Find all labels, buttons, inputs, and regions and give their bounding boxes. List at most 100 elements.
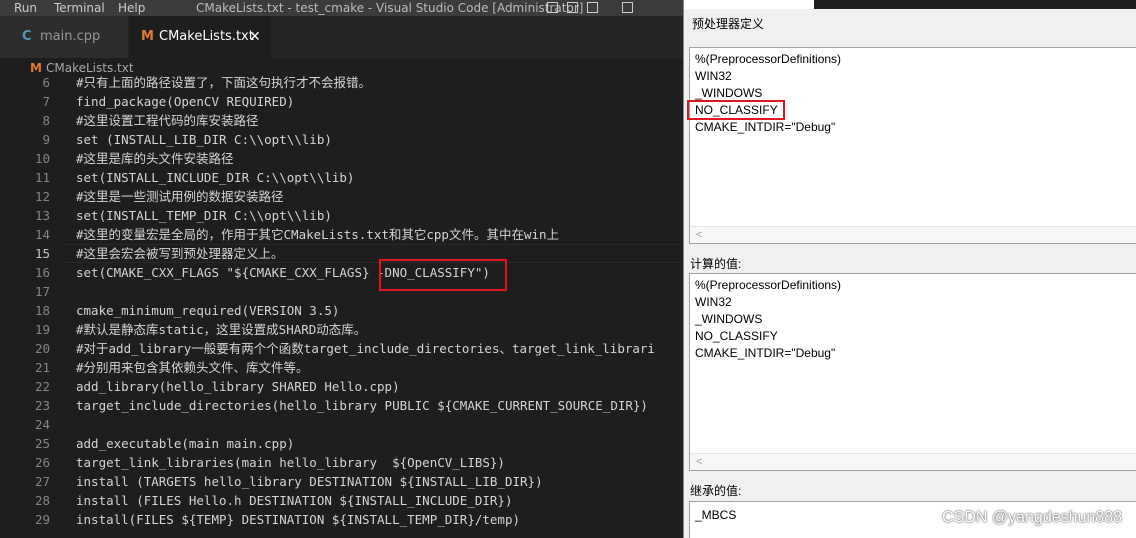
line-code: #分别用来包含其依赖头文件、库文件等。: [76, 360, 309, 375]
horizontal-scrollbar[interactable]: <: [690, 226, 1136, 243]
line-code: #这里是库的头文件安装路径: [76, 151, 234, 166]
definition-item: CMAKE_INTDIR="Debug": [695, 120, 836, 134]
cpp-icon: C: [22, 29, 32, 44]
line-code: set(INSTALL_INCLUDE_DIR C:\\opt\\lib): [76, 170, 355, 185]
evaluated-item: _WINDOWS: [695, 312, 763, 326]
code-line[interactable]: 11 set(INSTALL_INCLUDE_DIR C:\\opt\\lib): [0, 168, 690, 187]
code-line[interactable]: 27 install (TARGETS hello_library DESTINA…: [0, 472, 690, 491]
tab-cmakelists[interactable]: M CMakeLists.txt ✕: [129, 16, 271, 58]
code-line[interactable]: 17: [0, 282, 690, 301]
definitions-editor[interactable]: %(PreprocessorDefinitions) WIN32 _WINDOWS N…: [689, 47, 1136, 244]
scroll-left-icon[interactable]: <: [696, 227, 702, 243]
cmake-icon: M: [141, 29, 154, 44]
tab-label: main.cpp: [40, 29, 101, 44]
menu-terminal[interactable]: Terminal: [54, 0, 105, 16]
line-code: install (FILES Hello.h DESTINATION ${INS…: [76, 493, 513, 508]
line-number: 26: [34, 455, 50, 470]
close-icon[interactable]: ✕: [249, 16, 261, 58]
line-number: 12: [34, 189, 50, 204]
line-code: #这里是一些测试用例的数据安装路径: [76, 189, 284, 204]
line-code: cmake_minimum_required(VERSION 3.5): [76, 303, 340, 318]
inherited-item: _MBCS: [695, 508, 737, 522]
horizontal-scrollbar[interactable]: <: [690, 453, 1136, 470]
line-code: target_link_libraries(main hello_library…: [76, 455, 505, 470]
line-code: set(CMAKE_CXX_FLAGS "${CMAKE_CXX_FLAGS} …: [76, 265, 490, 280]
line-number: 20: [34, 341, 50, 356]
toggle-panel-icon[interactable]: [567, 2, 578, 13]
menu-run[interactable]: Run: [14, 0, 37, 16]
dialog-title: 预处理器定义: [692, 17, 765, 31]
line-number: 19: [34, 322, 50, 337]
line-number: 8: [42, 113, 50, 128]
inherited-label: 继承的值:: [690, 484, 742, 498]
evaluated-label: 计算的值:: [690, 257, 742, 271]
code-line[interactable]: 25 add_executable(main main.cpp): [0, 434, 690, 453]
line-number: 22: [34, 379, 50, 394]
code-line[interactable]: 6 #只有上面的路径设置了，下面这句执行才不会报错。: [0, 73, 690, 92]
evaluated-item: %(PreprocessorDefinitions): [695, 278, 842, 292]
code-line[interactable]: 15 #这里会宏会被写到预处理器定义上。: [0, 244, 690, 263]
code-line[interactable]: 14 #这里的变量宏是全局的，作用于其它CMakeLists.txt和其它cpp文…: [0, 225, 690, 244]
line-number: 27: [34, 474, 50, 489]
line-code: #只有上面的路径设置了，下面这句执行才不会报错。: [76, 75, 372, 90]
line-number: 15: [34, 246, 50, 261]
code-line[interactable]: 20 #对于add_library一般要有两个个函数target_include_…: [0, 339, 690, 358]
line-number: 9: [42, 132, 50, 147]
line-number: 23: [34, 398, 50, 413]
tab-main-cpp[interactable]: C main.cpp: [0, 16, 128, 58]
line-number: 10: [34, 151, 50, 166]
vscode-window: Run Terminal Help CMakeLists.txt - test_…: [0, 0, 690, 538]
line-number: 29: [34, 512, 50, 527]
code-line[interactable]: 26 target_link_libraries(main hello_libra…: [0, 453, 690, 472]
code-editor[interactable]: 6 #只有上面的路径设置了，下面这句执行才不会报错。 7 find_package(O…: [0, 73, 690, 538]
customize-layout-icon[interactable]: [622, 2, 633, 13]
window-title: CMakeLists.txt - test_cmake - Visual Stu…: [196, 1, 584, 15]
line-code: install (TARGETS hello_library DESTINATI…: [76, 474, 543, 489]
definition-item: NO_CLASSIFY: [695, 103, 778, 117]
line-number: 18: [34, 303, 50, 318]
line-code: #这里设置工程代码的库安装路径: [76, 113, 259, 128]
line-code: set(INSTALL_TEMP_DIR C:\\opt\\lib): [76, 208, 332, 223]
line-code: set (INSTALL_LIB_DIR C:\\opt\\lib): [76, 132, 332, 147]
line-code: add_executable(main main.cpp): [76, 436, 295, 451]
code-line[interactable]: 22 add_library(hello_library SHARED Hello…: [0, 377, 690, 396]
watermark: CSDN @yangdeshun888: [942, 509, 1122, 526]
evaluated-item: WIN32: [695, 295, 732, 309]
line-code: #默认是静态库static，这里设置成SHARD动态库。: [76, 322, 367, 337]
code-line[interactable]: 28 install (FILES Hello.h DESTINATION ${I…: [0, 491, 690, 510]
line-number: 24: [34, 417, 50, 432]
line-code: #这里的变量宏是全局的，作用于其它CMakeLists.txt和其它cpp文件。…: [76, 227, 560, 242]
line-code: install(FILES ${TEMP} DESTINATION ${INST…: [76, 512, 521, 527]
preprocessor-dialog: 预处理器定义 %(PreprocessorDefinitions) WIN32 _W…: [683, 0, 1136, 538]
code-line[interactable]: 19 #默认是静态库static，这里设置成SHARD动态库。: [0, 320, 690, 339]
background-strip: [814, 0, 1136, 9]
scroll-left-icon[interactable]: <: [696, 454, 702, 470]
toggle-sidebar-icon[interactable]: [547, 2, 558, 13]
line-number: 6: [42, 75, 50, 90]
code-line[interactable]: 16 set(CMAKE_CXX_FLAGS "${CMAKE_CXX_FLAGS…: [0, 263, 690, 282]
code-line[interactable]: 12 #这里是一些测试用例的数据安装路径: [0, 187, 690, 206]
tab-label: CMakeLists.txt: [159, 29, 254, 44]
code-line[interactable]: 18 cmake_minimum_required(VERSION 3.5): [0, 301, 690, 320]
line-number: 16: [34, 265, 50, 280]
code-line[interactable]: 9 set (INSTALL_LIB_DIR C:\\opt\\lib): [0, 130, 690, 149]
code-line[interactable]: 7 find_package(OpenCV REQUIRED): [0, 92, 690, 111]
code-line[interactable]: 13 set(INSTALL_TEMP_DIR C:\\opt\\lib): [0, 206, 690, 225]
line-number: 28: [34, 493, 50, 508]
line-number: 7: [42, 94, 50, 109]
evaluated-values-box: %(PreprocessorDefinitions) WIN32 _WINDOWS N…: [689, 273, 1136, 471]
code-line[interactable]: 10 #这里是库的头文件安装路径: [0, 149, 690, 168]
code-line[interactable]: 21 #分别用来包含其依赖头文件、库文件等。: [0, 358, 690, 377]
line-code: #对于add_library一般要有两个个函数target_include_di…: [76, 341, 655, 356]
definition-item: WIN32: [695, 69, 732, 83]
toggle-secondary-sidebar-icon[interactable]: [587, 2, 598, 13]
menu-help[interactable]: Help: [118, 0, 145, 16]
evaluated-item: CMAKE_INTDIR="Debug": [695, 346, 836, 360]
code-line[interactable]: 29 install(FILES ${TEMP} DESTINATION ${IN…: [0, 510, 690, 529]
evaluated-item: NO_CLASSIFY: [695, 329, 778, 343]
code-line[interactable]: 8 #这里设置工程代码的库安装路径: [0, 111, 690, 130]
editor-tab-bar: C main.cpp M CMakeLists.txt ✕: [0, 16, 690, 58]
line-code: find_package(OpenCV REQUIRED): [76, 94, 295, 109]
code-line[interactable]: 23 target_include_directories(hello_libra…: [0, 396, 690, 415]
code-line[interactable]: 24: [0, 415, 690, 434]
